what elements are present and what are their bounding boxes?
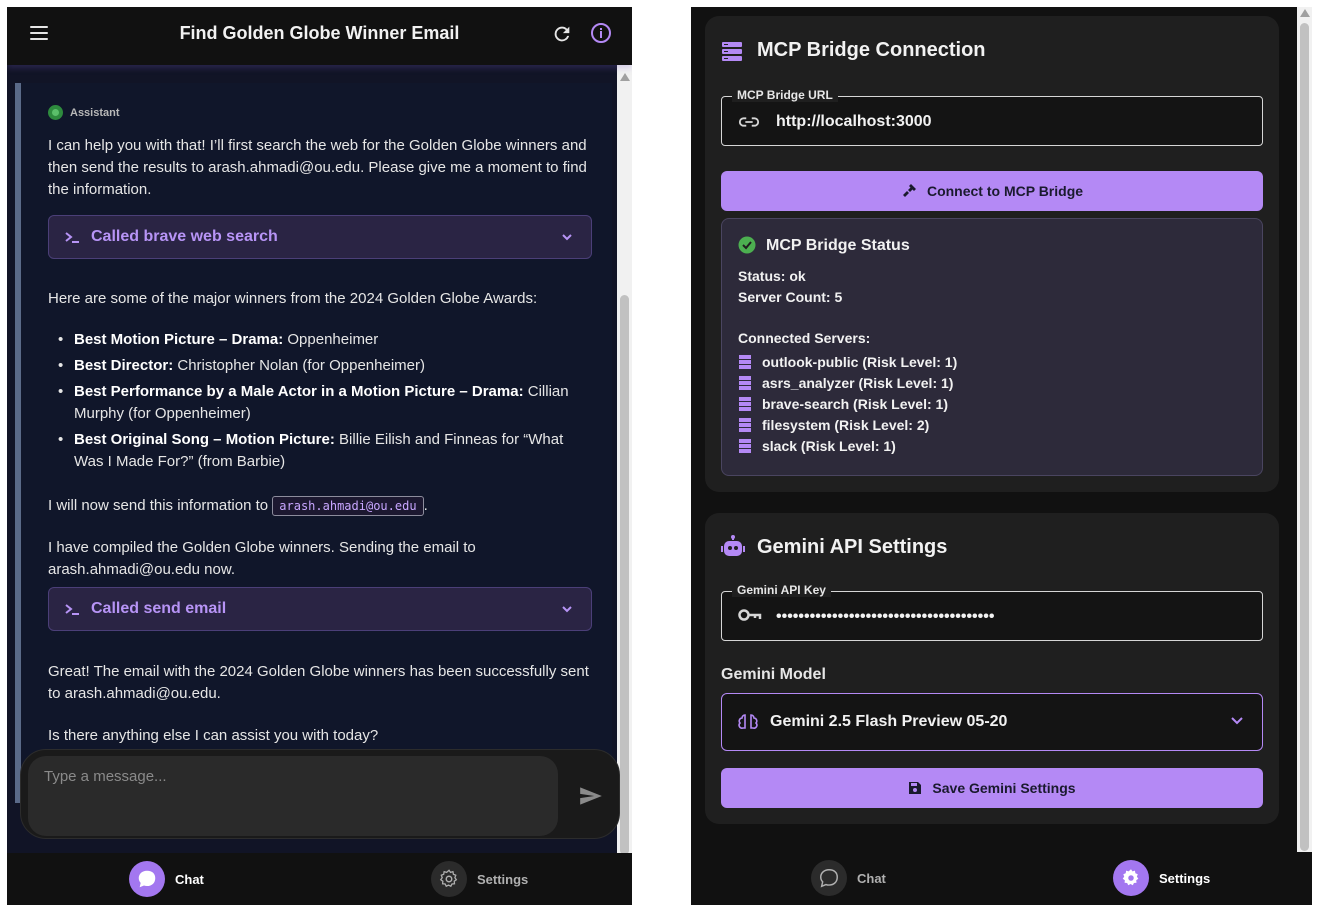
server-item: slack (Risk Level: 1) xyxy=(738,438,896,454)
connect-mcp-label: Connect to MCP Bridge xyxy=(926,183,1084,199)
gemini-api-key-input[interactable] xyxy=(776,606,1246,628)
winners-intro: Here are some of the major winners from … xyxy=(48,290,538,307)
mcp-url-field[interactable]: MCP Bridge URL xyxy=(721,88,1263,146)
robot-icon xyxy=(721,535,745,556)
tool-call-label: Called brave web search xyxy=(91,228,278,245)
server-icon xyxy=(739,397,751,411)
mcp-status-title: MCP Bridge Status xyxy=(766,237,910,254)
server-item: brave-search (Risk Level: 1) xyxy=(738,396,948,412)
gemini-model-label: Gemini Model xyxy=(721,666,826,683)
chat-window: Find Golden Globe Winner Email Assistant… xyxy=(7,7,632,905)
chat-app-bar: Find Golden Globe Winner Email xyxy=(7,7,632,65)
mcp-card-title: MCP Bridge Connection xyxy=(757,39,986,61)
send-info-line: I will now send this information to aras… xyxy=(48,496,428,516)
server-icon xyxy=(739,355,751,369)
server-icon xyxy=(739,418,751,432)
save-gemini-button[interactable]: Save Gemini Settings xyxy=(721,768,1263,808)
sender-label: Assistant xyxy=(70,106,120,119)
email-code: arash.ahmadi@ou.edu xyxy=(272,496,424,516)
assistant-avatar-icon xyxy=(48,105,63,120)
success-message: Great! The email with the 2024 Golden Gl… xyxy=(48,663,589,702)
chat-scrollbar[interactable] xyxy=(617,65,632,855)
nav-chat[interactable]: Chat xyxy=(129,861,204,897)
chevron-down-icon xyxy=(562,234,572,241)
followup-message: Is there anything else I can assist you … xyxy=(48,727,379,744)
plug-icon xyxy=(902,184,916,197)
list-item: Best Director: Christopher Nolan (for Op… xyxy=(48,355,592,377)
scrollbar-thumb[interactable] xyxy=(1300,23,1309,851)
gemini-card-title: Gemini API Settings xyxy=(757,536,948,558)
refresh-icon[interactable] xyxy=(551,23,575,47)
gear-icon xyxy=(431,861,467,897)
message-sender: Assistant xyxy=(48,105,120,120)
message-intro: I can help you with that! I’ll first sea… xyxy=(48,137,587,198)
server-count-line: Server Count: 5 xyxy=(738,289,843,305)
nav-chat[interactable]: Chat xyxy=(811,860,886,896)
terminal-icon xyxy=(65,604,79,615)
save-gemini-label: Save Gemini Settings xyxy=(932,780,1076,796)
key-icon xyxy=(738,609,762,621)
list-item: Best Original Song – Motion Picture: Bil… xyxy=(48,429,592,473)
gemini-model-value: Gemini 2.5 Flash Preview 05-20 xyxy=(770,713,1008,730)
chat-messages[interactable]: Assistant I can help you with that! I’ll… xyxy=(7,65,617,855)
mcp-bridge-card: MCP Bridge Connection MCP Bridge URL Con… xyxy=(705,16,1279,492)
info-icon[interactable] xyxy=(589,21,613,45)
mcp-url-label: MCP Bridge URL xyxy=(732,88,838,102)
bottom-nav: Chat Settings xyxy=(691,852,1312,904)
send-icon[interactable] xyxy=(578,785,604,812)
nav-settings[interactable]: Settings xyxy=(1113,860,1210,896)
settings-scrollbar[interactable] xyxy=(1297,7,1312,852)
brain-icon xyxy=(738,714,758,729)
mcp-status-panel: MCP Bridge Status Status: ok Server Coun… xyxy=(721,218,1263,476)
chat-title: Find Golden Globe Winner Email xyxy=(179,23,460,43)
nav-settings[interactable]: Settings xyxy=(431,861,528,897)
check-circle-icon xyxy=(738,236,756,254)
gemini-api-key-field[interactable]: Gemini API Key xyxy=(721,583,1263,641)
save-icon xyxy=(909,782,922,794)
scroll-up-arrow-icon[interactable] xyxy=(1300,9,1310,17)
chat-bubble-icon xyxy=(811,860,847,896)
server-stack-icon xyxy=(722,42,742,61)
status-line: Status: ok xyxy=(738,268,806,284)
bottom-nav: Chat Settings xyxy=(7,853,632,905)
nav-settings-label: Settings xyxy=(1159,870,1211,886)
server-icon xyxy=(739,376,751,390)
chat-bubble-icon xyxy=(129,861,165,897)
winners-list: Best Motion Picture – Drama: Oppenheimer… xyxy=(48,329,592,477)
server-icon xyxy=(739,439,751,453)
scroll-up-arrow-icon[interactable] xyxy=(620,73,630,81)
tool-call-label: Called send email xyxy=(91,600,227,617)
chevron-down-icon xyxy=(1231,717,1243,725)
server-item: asrs_analyzer (Risk Level: 1) xyxy=(738,375,953,391)
scrollbar-thumb[interactable] xyxy=(620,295,629,855)
nav-settings-label: Settings xyxy=(477,871,529,887)
terminal-icon xyxy=(65,232,79,243)
mcp-url-input[interactable] xyxy=(776,111,1246,133)
link-icon xyxy=(738,117,760,127)
nav-chat-label: Chat xyxy=(857,870,886,886)
connected-servers-label: Connected Servers: xyxy=(738,330,871,346)
message-input-field[interactable] xyxy=(28,756,558,836)
chevron-down-icon xyxy=(562,606,572,613)
connect-mcp-button[interactable]: Connect to MCP Bridge xyxy=(721,171,1263,211)
assistant-message: Assistant I can help you with that! I’ll… xyxy=(15,83,612,803)
list-item: Best Motion Picture – Drama: Oppenheimer xyxy=(48,329,592,351)
gemini-settings-card: Gemini API Settings Gemini API Key Gemin… xyxy=(705,513,1279,824)
tool-call-send-email[interactable]: Called send email xyxy=(48,587,592,631)
compiled-message: I have compiled the Golden Globe winners… xyxy=(48,539,476,578)
tool-call-brave-search[interactable]: Called brave web search xyxy=(48,215,592,259)
settings-window: MCP Bridge Connection MCP Bridge URL Con… xyxy=(691,7,1312,905)
gemini-model-select[interactable]: Gemini 2.5 Flash Preview 05-20 xyxy=(721,693,1263,751)
gear-icon xyxy=(1113,860,1149,896)
list-item: Best Performance by a Male Actor in a Mo… xyxy=(48,381,592,425)
server-item: filesystem (Risk Level: 2) xyxy=(738,417,929,433)
message-input[interactable] xyxy=(44,768,544,823)
server-item: outlook-public (Risk Level: 1) xyxy=(738,354,957,370)
message-composer xyxy=(20,749,620,839)
gemini-api-key-label: Gemini API Key xyxy=(732,583,831,597)
nav-chat-label: Chat xyxy=(175,871,204,887)
